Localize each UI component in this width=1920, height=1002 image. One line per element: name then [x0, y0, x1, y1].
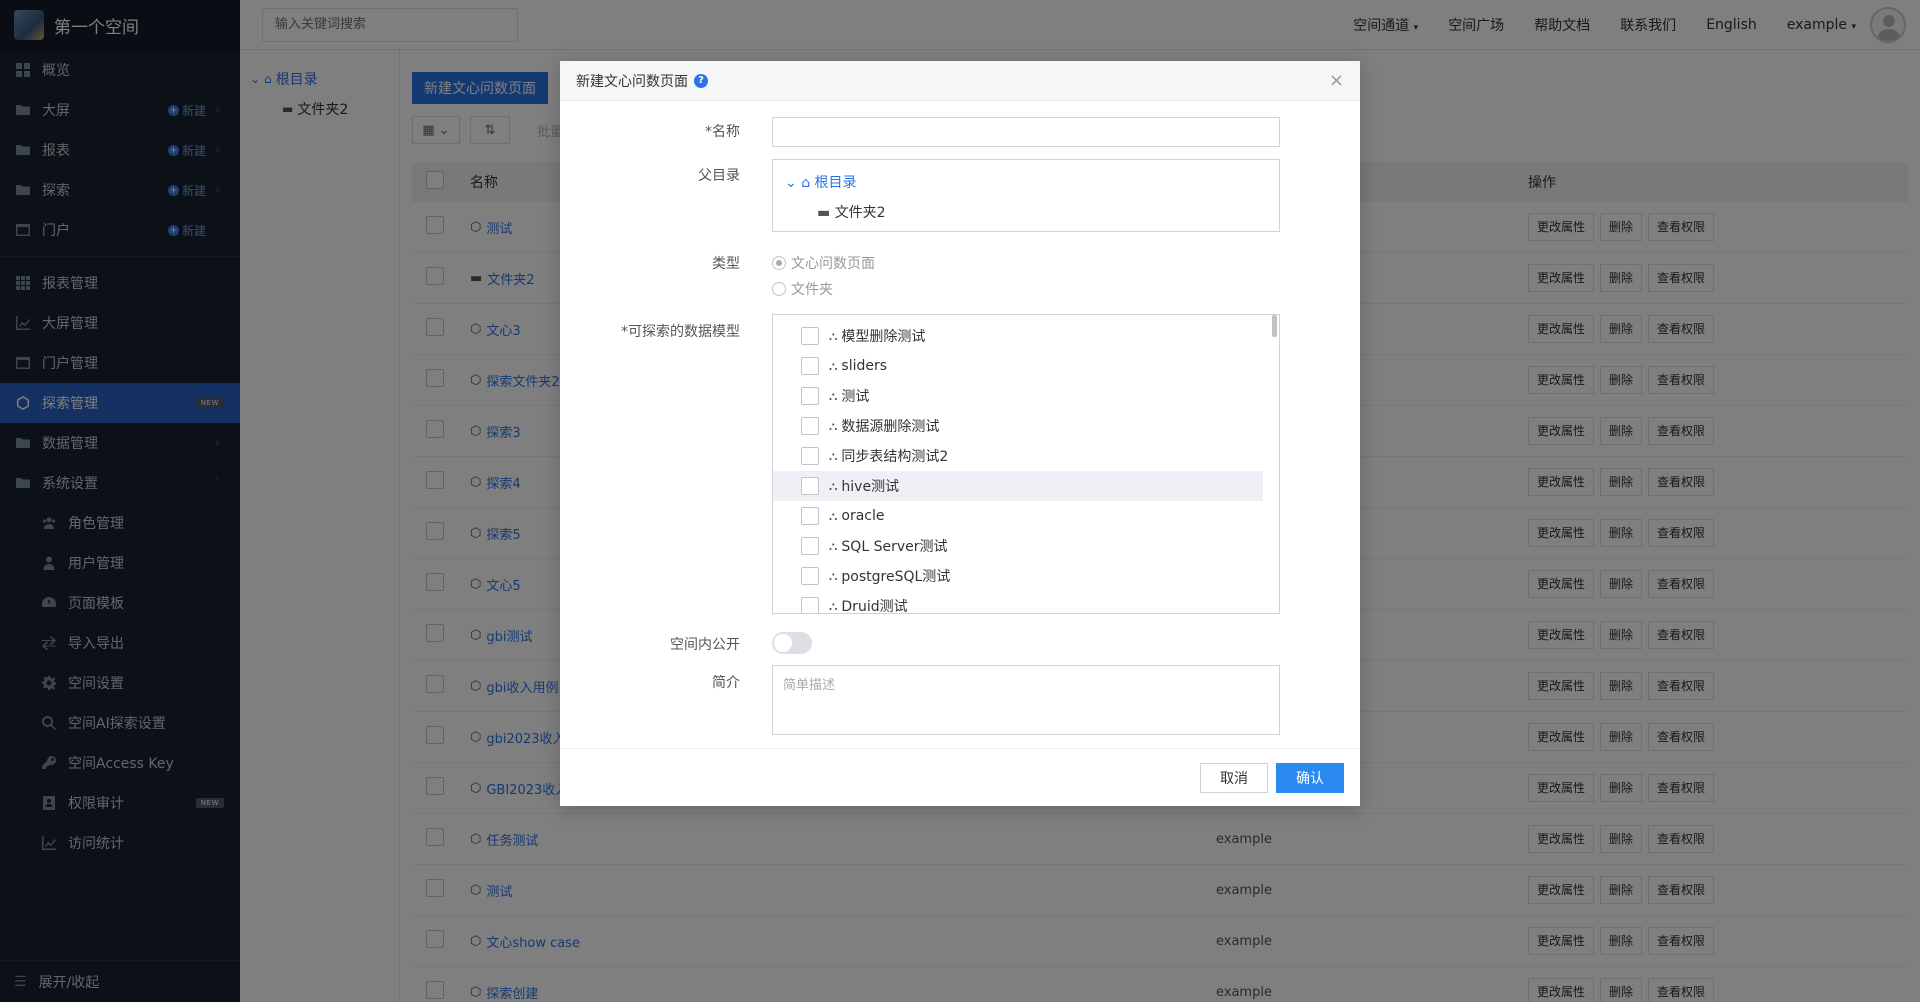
models-label: *可探索的数据模型 — [621, 324, 740, 340]
model-item[interactable]: ⛬ sliders — [773, 351, 1279, 381]
model-icon: ⛬ — [829, 448, 838, 463]
dialog-header: 新建文心问数页面 ? × — [560, 61, 1360, 101]
type-radio-page[interactable]: 文心问数页面 — [772, 253, 875, 273]
chevron-down-icon: ⌄ — [785, 175, 797, 191]
model-icon: ⛬ — [829, 538, 838, 553]
parent-tree-folder[interactable]: ▬ 文件夹2 — [817, 202, 886, 222]
model-item[interactable]: ⛬ hive测试 — [773, 471, 1263, 501]
data-model-list[interactable]: ⛬ 模型删除测试 ⛬ sliders ⛬ 测试 ⛬ 数据源删除测试 ⛬ 同步表结构测试2 ⛬ hive… — [772, 314, 1280, 614]
dialog-title: 新建文心问数页面 — [576, 73, 688, 90]
model-icon: ⛬ — [829, 328, 838, 343]
model-item[interactable]: ⛬ 测试 — [773, 381, 1279, 411]
dialog-footer: 取消 确认 — [560, 748, 1360, 806]
model-icon: ⛬ — [829, 358, 838, 373]
model-icon: ⛬ — [829, 418, 838, 433]
model-item[interactable]: ⛬ oracle — [773, 501, 1279, 531]
parent-label: 父目录 — [698, 168, 740, 184]
model-checkbox[interactable] — [801, 537, 819, 555]
radio-button[interactable] — [772, 256, 786, 270]
model-checkbox[interactable] — [801, 327, 819, 345]
public-toggle[interactable] — [772, 632, 812, 654]
model-checkbox[interactable] — [801, 567, 819, 585]
name-input[interactable] — [772, 117, 1280, 147]
model-icon: ⛬ — [829, 478, 838, 493]
model-item[interactable]: ⛬ 数据源删除测试 — [773, 411, 1279, 441]
public-label: 空间内公开 — [670, 637, 740, 653]
type-label: 类型 — [712, 256, 740, 272]
model-icon: ⛬ — [829, 508, 838, 523]
intro-label: 简介 — [712, 675, 740, 691]
model-item[interactable]: ⛬ 同步表结构测试2 — [773, 441, 1279, 471]
confirm-button[interactable]: 确认 — [1276, 763, 1344, 793]
name-label: *名称 — [705, 124, 740, 140]
model-item[interactable]: ⛬ Druid测试 — [773, 591, 1279, 613]
type-row: 类型 — [560, 253, 1360, 273]
model-item[interactable]: ⛬ 模型删除测试 — [773, 321, 1279, 351]
parent-tree-root[interactable]: ⌄ ⌂ 根目录 — [785, 172, 857, 192]
cancel-button[interactable]: 取消 — [1200, 763, 1268, 793]
close-icon[interactable]: × — [1329, 70, 1344, 91]
model-icon: ⛬ — [829, 388, 838, 403]
model-icon: ⛬ — [829, 598, 838, 613]
new-page-dialog: 新建文心问数页面 ? × *名称 父目录 ⌄ ⌂ 根目录 ▬ 文件夹2 类型 文… — [560, 61, 1360, 806]
parent-tree: ⌄ ⌂ 根目录 ▬ 文件夹2 — [772, 159, 1280, 232]
model-checkbox[interactable] — [801, 477, 819, 495]
radio-button[interactable] — [772, 282, 786, 296]
intro-textarea[interactable]: 简单描述 — [772, 665, 1280, 735]
folder-icon: ▬ — [817, 205, 831, 221]
model-checkbox[interactable] — [801, 507, 819, 525]
model-items: ⛬ 模型删除测试 ⛬ sliders ⛬ 测试 ⛬ 数据源删除测试 ⛬ 同步表结构测试2 ⛬ hive… — [773, 315, 1279, 613]
model-item[interactable]: ⛬ SQL Server测试 — [773, 531, 1279, 561]
model-checkbox[interactable] — [801, 387, 819, 405]
model-item[interactable]: ⛬ postgreSQL测试 — [773, 561, 1279, 591]
public-row: 空间内公开 — [560, 634, 1360, 654]
model-checkbox[interactable] — [801, 417, 819, 435]
model-checkbox[interactable] — [801, 357, 819, 375]
home-icon: ⌂ — [801, 175, 811, 191]
model-icon: ⛬ — [829, 568, 838, 583]
help-icon[interactable]: ? — [694, 73, 708, 88]
scrollbar[interactable] — [1272, 315, 1277, 337]
model-checkbox[interactable] — [801, 597, 819, 613]
type-radio-folder[interactable]: 文件夹 — [772, 279, 833, 299]
model-checkbox[interactable] — [801, 447, 819, 465]
